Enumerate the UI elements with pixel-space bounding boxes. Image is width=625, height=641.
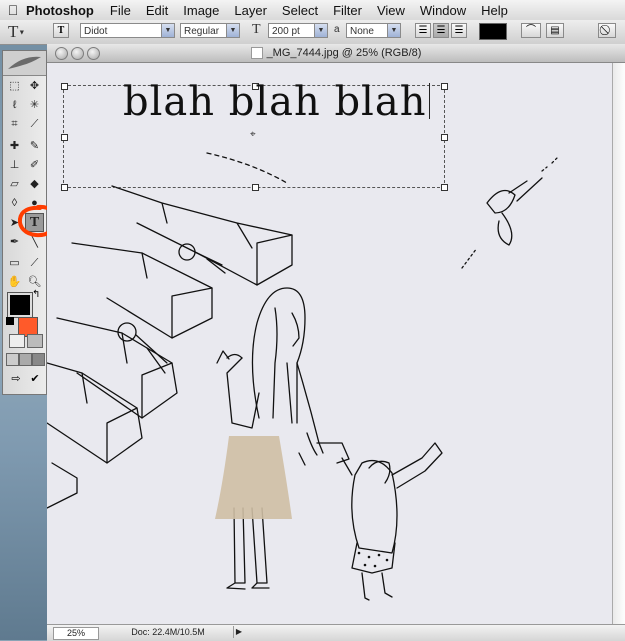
align-left-icon: ☰: [418, 25, 428, 36]
hand-tool-icon[interactable]: ✋: [6, 275, 23, 290]
font-family-select[interactable]: Didot ▼: [80, 23, 175, 38]
foreground-color-swatch[interactable]: [7, 292, 33, 318]
menu-select[interactable]: Select: [282, 3, 318, 18]
menu-edit[interactable]: Edit: [146, 3, 168, 18]
move-tool-icon[interactable]: ✥: [26, 79, 43, 94]
transform-handle[interactable]: [61, 134, 68, 141]
document-title: _MG_7444.jpg @ 25% (RGB/8): [266, 47, 422, 59]
center-point-icon: ⌖: [250, 129, 256, 140]
paint-bucket-tool-icon[interactable]: ◆: [26, 177, 43, 192]
warp-text-icon: ⌒: [526, 25, 536, 36]
font-style-value: Regular: [184, 26, 220, 37]
transform-handle[interactable]: [441, 184, 448, 191]
transform-handle[interactable]: [441, 83, 448, 90]
brush-tool-icon[interactable]: ✎: [26, 139, 43, 154]
status-menu-arrow-icon[interactable]: ▶: [233, 626, 244, 638]
history-brush-tool-icon[interactable]: ✐: [26, 158, 43, 173]
font-size-value: 200 pt: [272, 26, 300, 37]
text-orientation-icon: T: [57, 25, 65, 36]
lasso-tool-icon[interactable]: ℓ: [6, 98, 23, 113]
chevron-down-icon: ▼: [226, 24, 239, 37]
character-palette-button[interactable]: ▤: [546, 23, 564, 38]
align-right-button[interactable]: ☰: [451, 23, 467, 38]
zoom-window-button[interactable]: [87, 47, 100, 60]
antialias-icon: a: [334, 24, 340, 35]
menu-help[interactable]: Help: [481, 3, 508, 18]
font-style-select[interactable]: Regular ▼: [180, 23, 240, 38]
options-bar: T▼ T Didot ▼ Regular ▼ T 200 pt ▼ a None…: [0, 20, 625, 45]
eraser-tool-icon[interactable]: ▱: [6, 177, 23, 192]
eyedropper-tool-icon[interactable]: ⟋: [26, 256, 43, 271]
quick-mask-mode-icon[interactable]: [27, 334, 43, 348]
app-menu-photoshop[interactable]: Photoshop: [26, 3, 94, 18]
text-layer-content: blah blah blah: [123, 79, 427, 125]
screen-mode-standard-icon[interactable]: [6, 353, 19, 366]
type-tool-preset-icon: T: [8, 22, 19, 41]
menu-image[interactable]: Image: [183, 3, 219, 18]
menu-file[interactable]: File: [110, 3, 131, 18]
default-colors-icon[interactable]: [6, 317, 14, 325]
document-size-info: Doc: 22.4M/10.5M: [131, 627, 205, 637]
swap-colors-icon[interactable]: ↰: [32, 289, 40, 300]
transform-handle[interactable]: [61, 83, 68, 90]
tool-preset-picker[interactable]: T▼: [8, 22, 38, 41]
feather-logo-icon: [8, 56, 41, 69]
minimize-window-button[interactable]: [71, 47, 84, 60]
cancel-edit-button[interactable]: ⃠: [598, 23, 616, 38]
screen-mode-full-menu-icon[interactable]: [19, 353, 32, 366]
magic-wand-tool-icon[interactable]: ✳: [26, 98, 43, 113]
align-center-button[interactable]: ☰: [433, 23, 449, 38]
standard-mode-icon[interactable]: [9, 334, 25, 348]
healing-brush-tool-icon[interactable]: ✚: [6, 139, 23, 154]
align-left-button[interactable]: ☰: [415, 23, 431, 38]
apple-icon[interactable]: : [0, 2, 26, 18]
font-size-icon: T: [252, 22, 261, 38]
clone-stamp-tool-icon[interactable]: ⊥: [6, 158, 23, 173]
document-title-bar[interactable]: _MG_7444.jpg @ 25% (RGB/8): [47, 44, 625, 63]
document-window: _MG_7444.jpg @ 25% (RGB/8) ⌖ blah blah b…: [47, 44, 625, 641]
menu-bar:  Photoshop File Edit Image Layer Select…: [0, 0, 625, 21]
marquee-tool-icon[interactable]: ⬚: [6, 79, 23, 94]
status-bar: 25% Doc: 22.4M/10.5M ▶: [47, 624, 625, 641]
warp-text-button[interactable]: ⌒: [521, 23, 541, 38]
antialias-glyph: a: [334, 24, 340, 35]
font-family-value: Didot: [84, 26, 108, 37]
notes-tool-icon[interactable]: ▭: [6, 256, 23, 271]
slice-tool-icon[interactable]: ⟋: [26, 117, 43, 132]
screen-mode-full-icon[interactable]: [32, 353, 45, 366]
close-window-button[interactable]: [55, 47, 68, 60]
transform-handle[interactable]: [61, 184, 68, 191]
image-canvas[interactable]: ⌖ blah blah blah: [47, 63, 612, 624]
align-right-icon: ☰: [454, 25, 464, 36]
align-center-icon: ☰: [436, 25, 446, 36]
text-layer[interactable]: blah blah blah: [123, 79, 431, 125]
menu-window[interactable]: Window: [420, 3, 466, 18]
chevron-down-icon: ▼: [18, 28, 26, 37]
transform-handle[interactable]: [441, 134, 448, 141]
crop-tool-icon[interactable]: ⌗: [6, 117, 23, 132]
font-size-input[interactable]: 200 pt ▼: [268, 23, 328, 38]
zoom-tool-icon[interactable]: 🔍︎: [26, 275, 43, 290]
zoom-level-field[interactable]: 25%: [53, 627, 99, 640]
chevron-down-icon: ▼: [314, 24, 327, 37]
antialias-select[interactable]: None ▼: [346, 23, 401, 38]
vertical-scrollbar[interactable]: [612, 63, 625, 624]
transform-handle[interactable]: [252, 184, 259, 191]
imageready-icon[interactable]: ⇨: [8, 372, 24, 386]
menu-filter[interactable]: Filter: [333, 3, 362, 18]
chevron-down-icon: ▼: [161, 24, 174, 37]
palettes-icon: ▤: [550, 25, 560, 36]
chevron-down-icon: ▼: [387, 24, 400, 37]
document-proxy-icon: [250, 47, 263, 60]
font-size-glyph: T: [252, 22, 261, 37]
checkmark-icon[interactable]: ✔: [27, 372, 43, 386]
text-color-swatch[interactable]: [479, 23, 507, 40]
menu-layer[interactable]: Layer: [234, 3, 267, 18]
menu-view[interactable]: View: [377, 3, 405, 18]
text-cursor: [429, 83, 431, 119]
text-orientation-button[interactable]: T: [53, 23, 69, 38]
toolbox-header: [3, 51, 46, 76]
antialias-value: None: [350, 26, 374, 37]
